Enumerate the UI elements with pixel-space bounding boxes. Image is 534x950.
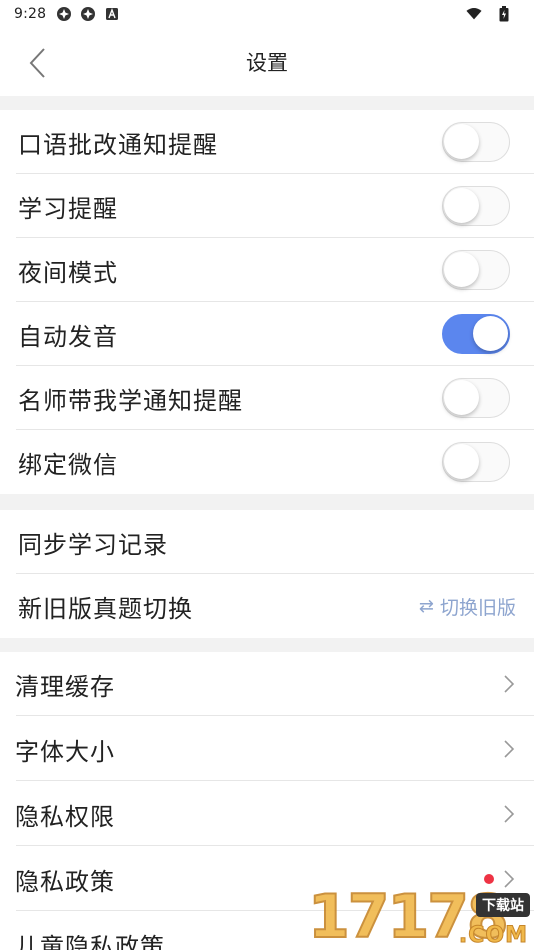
status-time: 9:28 [14, 6, 47, 22]
bind-wechat-toggle[interactable] [442, 442, 510, 482]
setting-label: 隐私权限 [15, 802, 115, 831]
chevron-right-icon [502, 868, 516, 890]
page-title: 设置 [246, 51, 288, 75]
chevron-right-icon [502, 738, 516, 760]
setting-row-auto-pronounce: 自动发音 [0, 302, 534, 366]
setting-row-font-size[interactable]: 字体大小 [0, 717, 534, 781]
app-notification-icon [56, 6, 72, 22]
setting-label: 绑定微信 [18, 450, 118, 479]
switch-old-version-label: 切换旧版 [439, 596, 516, 619]
setting-row-sync-records[interactable]: 同步学习记录 [0, 510, 534, 574]
toggle-knob [444, 252, 479, 287]
keyboard-icon [104, 6, 120, 22]
chevron-left-icon [29, 48, 45, 78]
night-mode-toggle[interactable] [442, 250, 510, 290]
section-gap [0, 638, 534, 652]
battery-icon [496, 6, 512, 22]
setting-label: 学习提醒 [18, 194, 118, 223]
setting-label: 儿童隐私政策 [15, 932, 165, 950]
setting-row-oral-correction-notify: 口语批改通知提醒 [0, 110, 534, 174]
divider [16, 780, 534, 781]
section-gap [0, 494, 534, 510]
setting-row-privacy-permissions[interactable]: 隐私权限 [0, 782, 534, 846]
setting-row-version-switch: 新旧版真题切换 ⇄ 切换旧版 [0, 574, 534, 638]
setting-label: 新旧版真题切换 [18, 594, 193, 623]
setting-row-child-privacy-policy[interactable]: 儿童隐私政策 [0, 912, 534, 950]
setting-label: 同步学习记录 [18, 530, 168, 559]
section-gap [0, 96, 534, 110]
chevron-right-icon [502, 673, 516, 695]
setting-row-teacher-notify: 名师带我学通知提醒 [0, 366, 534, 430]
setting-label: 自动发音 [18, 322, 118, 351]
wifi-icon [466, 6, 482, 22]
setting-label: 字体大小 [15, 737, 115, 766]
setting-label: 夜间模式 [18, 258, 118, 287]
nav-bar: 设置 [0, 28, 534, 96]
status-bar: 9:28 [0, 0, 534, 28]
setting-label: 口语批改通知提醒 [18, 130, 218, 159]
setting-row-night-mode: 夜间模式 [0, 238, 534, 302]
setting-row-privacy-policy[interactable]: 隐私政策 [0, 847, 534, 911]
oral-correction-notify-toggle[interactable] [442, 122, 510, 162]
setting-row-study-reminder: 学习提醒 [0, 174, 534, 238]
switch-old-version-button[interactable]: ⇄ 切换旧版 [419, 593, 516, 620]
teacher-notify-toggle[interactable] [442, 378, 510, 418]
divider [16, 910, 534, 911]
divider [16, 845, 534, 846]
divider [16, 715, 534, 716]
setting-label: 名师带我学通知提醒 [18, 386, 243, 415]
auto-pronounce-toggle[interactable] [442, 314, 510, 354]
setting-label: 清理缓存 [15, 672, 115, 701]
setting-row-bind-wechat: 绑定微信 [0, 430, 534, 494]
new-badge-dot [484, 874, 494, 884]
toggle-knob [473, 316, 508, 351]
chevron-right-icon [502, 803, 516, 825]
toggle-knob [444, 124, 479, 159]
toggle-knob [444, 188, 479, 223]
toggle-knob [444, 444, 479, 479]
back-button[interactable] [22, 46, 52, 80]
setting-row-clear-cache[interactable]: 清理缓存 [0, 652, 534, 716]
study-reminder-toggle[interactable] [442, 186, 510, 226]
swap-arrows-icon: ⇄ [418, 595, 434, 617]
app-notification-icon [80, 6, 96, 22]
toggle-knob [444, 380, 479, 415]
setting-label: 隐私政策 [15, 867, 115, 896]
